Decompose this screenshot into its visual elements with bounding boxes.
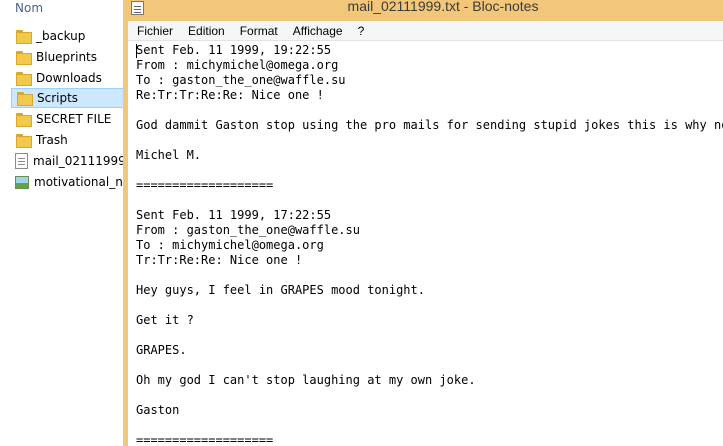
window-titlebar[interactable]: mail_02111999.txt - Bloc-notes <box>123 0 723 21</box>
column-header-name[interactable]: Nom <box>15 0 43 16</box>
text-line <box>136 418 723 433</box>
text-line: GRAPES. <box>136 343 187 357</box>
text-line <box>136 163 723 178</box>
folder-icon <box>15 49 32 65</box>
menu-bar: Fichier Edition Format Affichage ? <box>128 21 723 41</box>
text-line: =================== <box>136 433 274 446</box>
text-line: Tr:Tr:Re:Re: Nice one ! <box>136 253 303 267</box>
text-line: God dammit Gaston stop using the pro mai… <box>136 118 723 132</box>
file-item-downloads[interactable]: Downloads <box>11 68 130 88</box>
menu-affichage[interactable]: Affichage <box>284 22 349 40</box>
text-line: To : gaston_the_one@waffle.su <box>136 73 346 87</box>
text-line <box>136 328 723 343</box>
text-line <box>136 388 723 403</box>
notepad-window: mail_02111999.txt - Bloc-notes Fichier E… <box>123 0 723 446</box>
text-line: Get it ? <box>136 313 194 327</box>
file-item-mail-txt[interactable]: mail_02111999.txt <box>11 151 130 171</box>
text-line <box>136 133 723 148</box>
file-item-motivational[interactable]: motivational_no <box>11 172 130 192</box>
file-item-scripts[interactable]: Scripts <box>11 88 130 108</box>
folder-icon <box>16 90 33 106</box>
window-title: mail_02111999.txt - Bloc-notes <box>347 0 539 14</box>
folder-icon <box>15 111 32 127</box>
folder-icon <box>15 132 32 148</box>
text-line <box>136 358 723 373</box>
text-line: Oh my god I can't stop laughing at my ow… <box>136 373 476 387</box>
text-file-icon <box>15 153 28 169</box>
file-item-label: Scripts <box>37 91 79 105</box>
folder-icon <box>15 70 32 86</box>
text-line: Re:Tr:Tr:Re:Re: Nice one ! <box>136 88 324 102</box>
folder-icon <box>15 28 32 44</box>
text-line: Gaston <box>136 403 180 417</box>
text-line: Sent Feb. 11 1999, 17:22:55 <box>136 208 332 222</box>
file-item-label: Trash <box>36 133 68 147</box>
text-line <box>136 193 723 208</box>
text-caret <box>136 44 137 58</box>
image-file-icon <box>15 175 29 189</box>
menu-help[interactable]: ? <box>349 22 371 40</box>
menu-fichier[interactable]: Fichier <box>128 22 179 40</box>
file-item-label: _backup <box>36 29 86 43</box>
text-line: =================== <box>136 178 274 192</box>
file-explorer-pane: Nom _backup Blueprints Downloads Scripts… <box>0 0 130 446</box>
menu-format[interactable]: Format <box>231 22 284 40</box>
file-item-label: mail_02111999.txt <box>33 154 130 168</box>
text-line <box>136 268 723 283</box>
text-line: Michel M. <box>136 148 202 162</box>
file-item-label: Blueprints <box>36 50 98 64</box>
text-line <box>136 298 723 313</box>
file-item-blueprints[interactable]: Blueprints <box>11 47 130 67</box>
text-line: From : gaston_the_one@waffle.su <box>136 223 360 237</box>
file-item-trash[interactable]: Trash <box>11 130 130 150</box>
text-line: To : michymichel@omega.org <box>136 238 324 252</box>
file-item-label: Downloads <box>36 71 102 85</box>
file-item-label: SECRET FILE <box>36 112 112 126</box>
file-item-backup[interactable]: _backup <box>11 26 130 46</box>
text-line: From : michymichel@omega.org <box>136 58 339 72</box>
menu-edition[interactable]: Edition <box>179 22 231 40</box>
text-line: Hey guys, I feel in GRAPES mood tonight. <box>136 283 425 297</box>
text-line <box>136 103 723 118</box>
text-editor-area[interactable]: Sent Feb. 11 1999, 19:22:55 From : michym… <box>128 41 723 446</box>
file-item-secret-file[interactable]: SECRET FILE <box>11 109 130 129</box>
text-line: Sent Feb. 11 1999, 19:22:55 <box>136 43 332 57</box>
notepad-client: Fichier Edition Format Affichage ? Sent … <box>128 21 723 446</box>
file-item-label: motivational_no <box>34 175 130 189</box>
